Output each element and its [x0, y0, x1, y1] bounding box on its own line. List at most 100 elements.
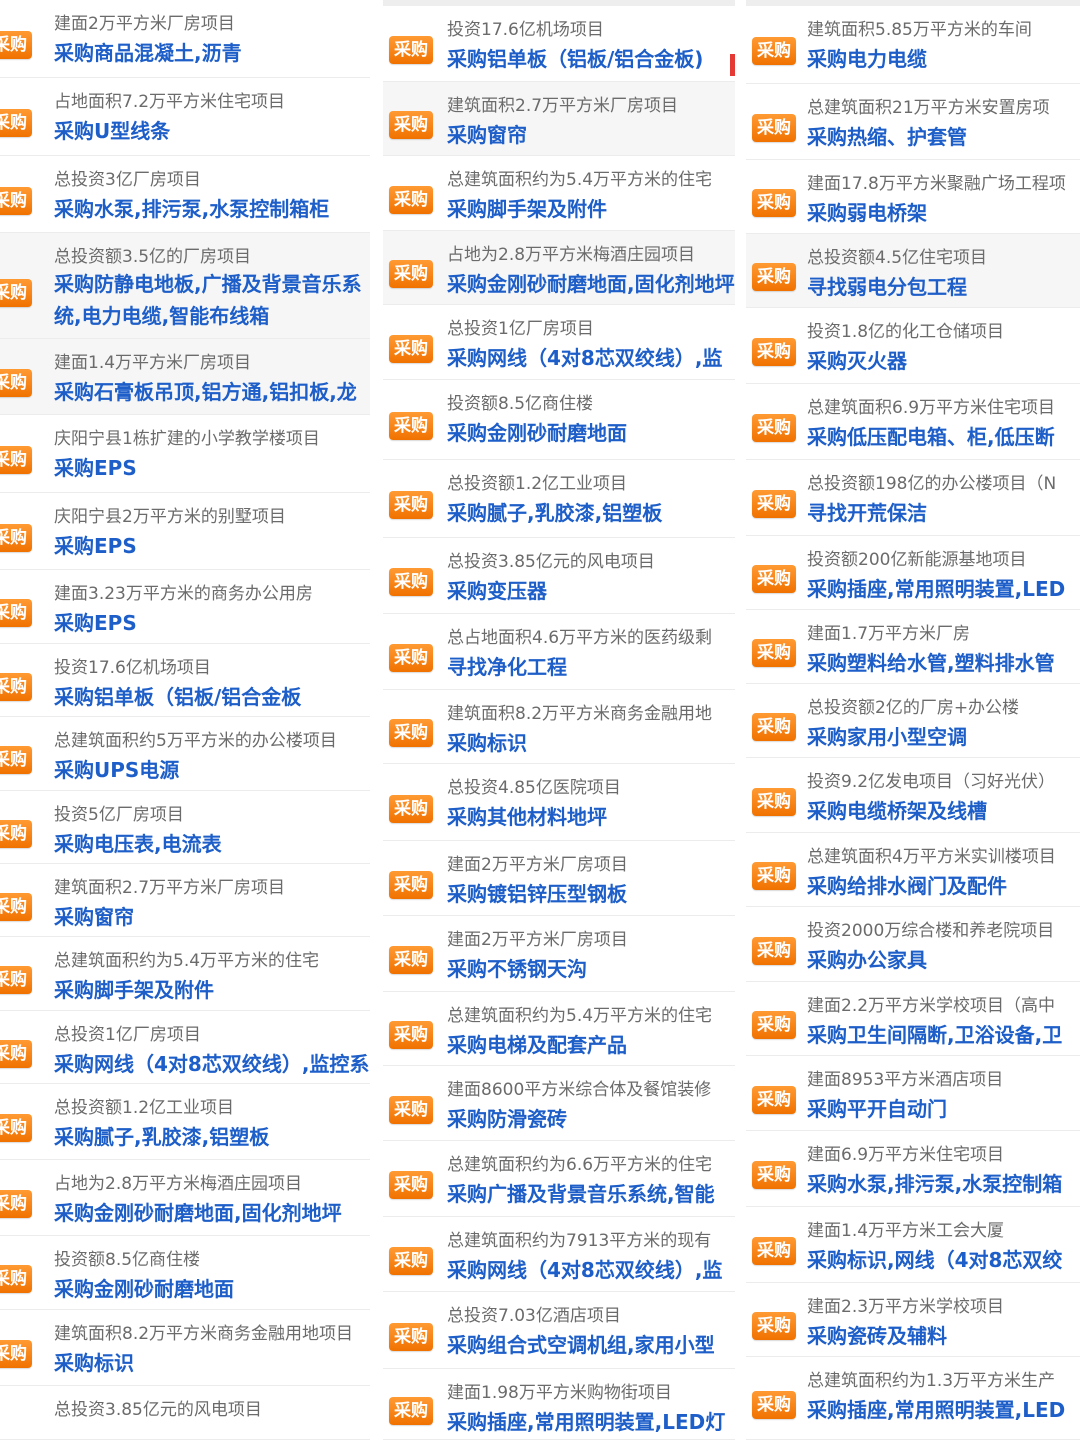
- purchase-title-link[interactable]: 采购广播及背景音乐系统,智能: [447, 1178, 715, 1207]
- project-list-item[interactable]: 总建筑面积4万平方米实训楼项目 采购 采购给排水阀门及配件: [746, 833, 1080, 907]
- purchase-title-link[interactable]: 采购组合式空调机组,家用小型: [447, 1329, 715, 1358]
- project-list-item[interactable]: 总投资3亿厂房项目 采购 采购水泵,排污泵,水泵控制箱柜: [0, 156, 370, 233]
- project-list-item[interactable]: 总建筑面积21万平方米安置房项 采购 采购热缩、护套管: [746, 84, 1080, 160]
- purchase-title-link[interactable]: 采购不锈钢天沟: [447, 953, 587, 982]
- project-list-item[interactable]: 建筑面积8.2万平方米商务金融用地 采购 采购标识: [383, 690, 735, 764]
- purchase-title-link[interactable]: 采购标识: [447, 727, 527, 756]
- purchase-title-link[interactable]: 采购防静电地板,广播及背景音乐系统,电力电缆,智能布线箱: [54, 268, 362, 332]
- purchase-title-link[interactable]: 采购低压配电箱、柜,低压断: [807, 421, 1055, 450]
- project-list-item[interactable]: 总投资3.85亿元的风电项目 采购 采购变压器: [383, 538, 735, 614]
- purchase-title-link[interactable]: 寻找净化工程: [447, 651, 567, 680]
- purchase-title-link[interactable]: 采购水泵,排污泵,水泵控制箱: [807, 1168, 1062, 1197]
- project-list-item[interactable]: 建筑面积2.7万平方米厂房项目 采购 采购窗帘: [0, 864, 370, 937]
- project-list-item[interactable]: 建面1.4万平方米厂房项目 采购 采购石膏板吊顶,铝方通,铝扣板,龙: [0, 339, 370, 415]
- project-list-item[interactable]: 总建筑面积约为5.4万平方米的住宅 采购 采购脚手架及附件: [383, 156, 735, 231]
- project-list-item[interactable]: 投资额8.5亿商住楼 采购 采购金刚砂耐磨地面: [0, 1236, 370, 1310]
- project-list-item[interactable]: 建面6.9万平方米住宅项目 采购 采购水泵,排污泵,水泵控制箱: [746, 1131, 1080, 1207]
- project-list-item[interactable]: 建面17.8万平方米聚融广场工程项 采购 采购弱电桥架: [746, 160, 1080, 234]
- purchase-title-link[interactable]: 采购插座,常用照明装置,LED灯: [447, 1406, 725, 1435]
- purchase-title-link[interactable]: 采购EPS: [54, 452, 137, 481]
- project-list-item[interactable]: 总建筑面积约为1.3万平方米生产 采购 采购插座,常用照明装置,LED: [746, 1357, 1080, 1440]
- purchase-title-link[interactable]: 采购防滑瓷砖: [447, 1103, 567, 1132]
- purchase-title-link[interactable]: 采购铝单板（铝板/铝合金板): [447, 43, 703, 72]
- purchase-title-link[interactable]: 采购石膏板吊顶,铝方通,铝扣板,龙: [54, 376, 357, 405]
- project-list-item[interactable]: 投资17.6亿机场项目 采购 采购铝单板（铝板/铝合金板: [0, 644, 370, 717]
- project-list-item[interactable]: 建面2.2万平方米学校项目（高中 采购 采购卫生间隔断,卫浴设备,卫: [746, 982, 1080, 1056]
- purchase-title-link[interactable]: 采购窗帘: [54, 901, 134, 930]
- project-list-item[interactable]: 投资2000万综合楼和养老院项目 采购 采购办公家具: [746, 907, 1080, 982]
- project-list-item[interactable]: 投资额8.5亿商住楼 采购 采购金刚砂耐磨地面: [383, 380, 735, 460]
- project-list-item[interactable]: 总投资额198亿的办公楼项目（N 采购 寻找开荒保洁: [746, 460, 1080, 536]
- project-list-item[interactable]: 建筑面积5.85万平方米的车间 采购 采购电力电缆: [746, 6, 1080, 84]
- project-list-item[interactable]: 占地为2.8万平方米梅酒庄园项目 采购 采购金刚砂耐磨地面,固化剂地坪: [0, 1160, 370, 1236]
- project-list-item[interactable]: 建面2万平方米厂房项目 采购 采购商品混凝土,沥青: [0, 0, 370, 78]
- project-list-item[interactable]: 总建筑面积约5万平方米的办公楼项目 采购 采购UPS电源: [0, 717, 370, 791]
- purchase-title-link[interactable]: 采购办公家具: [807, 944, 927, 973]
- project-list-item[interactable]: 庆阳宁县2万平方米的别墅项目 采购 采购EPS: [0, 493, 370, 570]
- project-list-item[interactable]: 投资17.6亿机场项目 采购 采购铝单板（铝板/铝合金板): [383, 6, 735, 82]
- purchase-title-link[interactable]: 采购脚手架及附件: [447, 193, 607, 222]
- project-list-item[interactable]: 总投资额3.5亿的厂房项目 采购 采购防静电地板,广播及背景音乐系统,电力电缆,智能…: [0, 233, 370, 339]
- project-list-item[interactable]: 建面2万平方米厂房项目 采购 采购不锈钢天沟: [383, 916, 735, 992]
- project-list-item[interactable]: 庆阳宁县1栋扩建的小学教学楼项目 采购 采购EPS: [0, 415, 370, 493]
- purchase-title-link[interactable]: 采购金刚砂耐磨地面: [447, 417, 627, 446]
- purchase-title-link[interactable]: 采购镀铝锌压型钢板: [447, 878, 627, 907]
- project-list-item[interactable]: 总建筑面积6.9万平方米住宅项目 采购 采购低压配电箱、柜,低压断: [746, 384, 1080, 460]
- purchase-title-link[interactable]: 采购其他材料地坪: [447, 801, 607, 830]
- project-list-item[interactable]: 总投资4.85亿医院项目 采购 采购其他材料地坪: [383, 764, 735, 841]
- project-list-item[interactable]: 建面1.7万平方米厂房 采购 采购塑料给水管,塑料排水管: [746, 610, 1080, 684]
- project-list-item[interactable]: 投资5亿厂房项目 采购 采购电压表,电流表: [0, 791, 370, 864]
- purchase-title-link[interactable]: 采购UPS电源: [54, 754, 179, 783]
- project-list-item[interactable]: 总占地面积4.6万平方米的医药级剩 采购 寻找净化工程: [383, 614, 735, 690]
- purchase-title-link[interactable]: 采购瓷砖及辅料: [807, 1320, 947, 1349]
- project-list-item[interactable]: 总投资7.03亿酒店项目 采购 采购组合式空调机组,家用小型: [383, 1292, 735, 1369]
- project-list-item[interactable]: 总投资1亿厂房项目 采购 采购网线（4对8芯双绞线）,监控系: [0, 1011, 370, 1084]
- project-list-item[interactable]: 建面8953平方米酒店项目 采购 采购平开自动门: [746, 1056, 1080, 1131]
- project-list-item[interactable]: 总建筑面积约为6.6万平方米的住宅 采购 采购广播及背景音乐系统,智能: [383, 1141, 735, 1217]
- purchase-title-link[interactable]: 采购标识,网线（4对8芯双绞: [807, 1244, 1062, 1273]
- project-list-item[interactable]: 建面2.3万平方米学校项目 采购 采购瓷砖及辅料: [746, 1283, 1080, 1357]
- purchase-title-link[interactable]: 采购金刚砂耐磨地面,固化剂地坪: [54, 1197, 342, 1226]
- purchase-title-link[interactable]: 采购电压表,电流表: [54, 828, 222, 857]
- project-list-item[interactable]: 占地面积7.2万平方米住宅项目 采购 采购U型线条: [0, 78, 370, 156]
- project-list-item[interactable]: 建面3.23万平方米的商务办公用房 采购 采购EPS: [0, 570, 370, 644]
- purchase-title-link[interactable]: 采购插座,常用照明装置,LED: [807, 573, 1065, 602]
- project-list-item[interactable]: 建面2万平方米厂房项目 采购 采购镀铝锌压型钢板: [383, 841, 735, 916]
- purchase-title-link[interactable]: 采购热缩、护套管: [807, 121, 967, 150]
- purchase-title-link[interactable]: 采购铝单板（铝板/铝合金板: [54, 681, 301, 710]
- purchase-title-link[interactable]: 采购电缆桥架及线槽: [807, 795, 987, 824]
- purchase-title-link[interactable]: 采购弱电桥架: [807, 197, 927, 226]
- purchase-title-link[interactable]: 采购腻子,乳胶漆,铝塑板: [54, 1121, 269, 1150]
- purchase-title-link[interactable]: 采购商品混凝土,沥青: [54, 37, 242, 66]
- project-list-item[interactable]: 建面8600平方米综合体及餐馆装修 采购 采购防滑瓷砖: [383, 1066, 735, 1141]
- purchase-title-link[interactable]: 采购EPS: [54, 607, 137, 636]
- purchase-title-link[interactable]: 采购家用小型空调: [807, 721, 967, 750]
- purchase-title-link[interactable]: 采购电力电缆: [807, 43, 927, 72]
- purchase-title-link[interactable]: 采购窗帘: [447, 119, 527, 148]
- purchase-title-link[interactable]: 采购平开自动门: [807, 1093, 947, 1122]
- purchase-title-link[interactable]: 采购腻子,乳胶漆,铝塑板: [447, 497, 662, 526]
- project-list-item[interactable]: 建面1.4万平方米工会大厦 采购 采购标识,网线（4对8芯双绞: [746, 1207, 1080, 1283]
- purchase-title-link[interactable]: 采购金刚砂耐磨地面: [54, 1273, 234, 1302]
- purchase-title-link[interactable]: 寻找开荒保洁: [807, 497, 927, 526]
- project-list-item[interactable]: 建筑面积8.2万平方米商务金融用地项目 采购 采购标识: [0, 1310, 370, 1386]
- purchase-title-link[interactable]: 采购EPS: [54, 530, 137, 559]
- project-list-item[interactable]: 占地为2.8万平方米梅酒庄园项目 采购 采购金刚砂耐磨地面,固化剂地坪: [383, 231, 735, 305]
- purchase-title-link[interactable]: 采购网线（4对8芯双绞线）,监: [447, 342, 722, 371]
- purchase-title-link[interactable]: 采购变压器: [447, 575, 547, 604]
- purchase-title-link[interactable]: 寻找弱电分包工程: [807, 271, 967, 300]
- project-list-item[interactable]: 投资9.2亿发电项目（习好光伏） 采购 采购电缆桥架及线槽: [746, 758, 1080, 833]
- project-list-item[interactable]: 总投资额1.2亿工业项目 采购 采购腻子,乳胶漆,铝塑板: [0, 1084, 370, 1160]
- purchase-title-link[interactable]: 采购网线（4对8芯双绞线）,监控系: [54, 1048, 369, 1077]
- purchase-title-link[interactable]: 采购网线（4对8芯双绞线）,监: [447, 1254, 722, 1283]
- project-list-item[interactable]: 总投资额4.5亿住宅项目 采购 寻找弱电分包工程: [746, 234, 1080, 308]
- project-list-item[interactable]: 总投资1亿厂房项目 采购 采购网线（4对8芯双绞线）,监: [383, 305, 735, 380]
- purchase-title-link[interactable]: 采购塑料给水管,塑料排水管: [807, 647, 1055, 676]
- project-list-item[interactable]: 总建筑面积约为5.4万平方米的住宅 采购 采购脚手架及附件: [0, 937, 370, 1011]
- project-list-item[interactable]: 总投资额2亿的厂房+办公楼 采购 采购家用小型空调: [746, 684, 1080, 758]
- purchase-title-link[interactable]: 采购U型线条: [54, 115, 170, 144]
- purchase-title-link[interactable]: 采购电梯及配套产品: [447, 1029, 627, 1058]
- purchase-title-link[interactable]: 采购灭火器: [807, 345, 907, 374]
- purchase-title-link[interactable]: 采购卫生间隔断,卫浴设备,卫: [807, 1019, 1062, 1048]
- project-list-item[interactable]: 建筑面积2.7万平方米厂房项目 采购 采购窗帘: [383, 82, 735, 156]
